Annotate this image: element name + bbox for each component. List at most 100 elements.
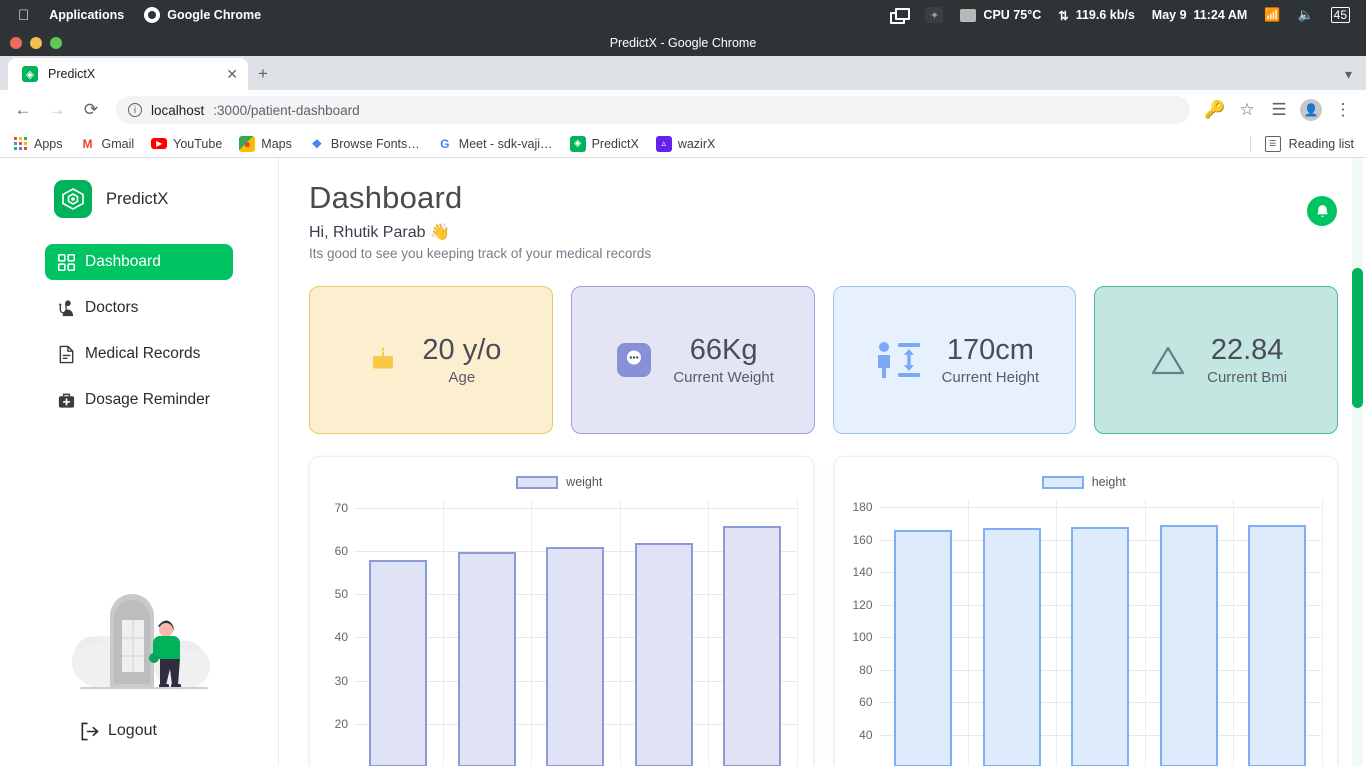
reading-list-icon: ☰ (1264, 135, 1281, 152)
reading-list-label: Reading list (1288, 136, 1354, 151)
reading-list-button[interactable]: ☰ Reading list (1249, 135, 1354, 152)
battery-icon[interactable]: 45 (1330, 7, 1350, 23)
sidebar-item-dashboard[interactable]: Dashboard (45, 244, 233, 280)
greeting-text: Hi, Rhutik Parab 👋 (309, 224, 450, 241)
reload-button[interactable]: ⟳ (76, 95, 106, 125)
bookmark-label: Gmail (101, 136, 135, 151)
sidebar-item-dosage-reminder[interactable]: Dosage Reminder (45, 382, 233, 418)
sidebar-item-medical-records[interactable]: Medical Records (45, 336, 233, 372)
close-window-button[interactable] (10, 37, 22, 49)
notification-bell-button[interactable] (1307, 196, 1337, 226)
cpu-temperature-indicator[interactable]: CPU 75°C (960, 8, 1041, 22)
bar[interactable] (982, 528, 1041, 766)
legend-label: height (1091, 475, 1126, 489)
legend-swatch (516, 475, 559, 489)
stat-label: Current Height (941, 369, 1040, 387)
y-tick-label: 60 (859, 695, 873, 710)
page-scrollbar-thumb[interactable] (1352, 268, 1363, 408)
bar[interactable] (1247, 525, 1306, 766)
birthday-cake-icon (360, 337, 406, 383)
tab-strip: ◈ PredictX ✕ + ▾ (0, 56, 1366, 90)
applications-menu[interactable]: Applications (49, 8, 124, 22)
forward-button[interactable]: → (42, 95, 72, 125)
stat-card-height[interactable]: 170cm Current Height (832, 286, 1077, 434)
stat-value: 20 y/o (422, 333, 502, 366)
y-tick-label: 160 (852, 532, 873, 547)
bar[interactable] (546, 546, 604, 766)
y-tick-label: 30 (334, 673, 348, 688)
workspace-switcher-icon[interactable] (890, 8, 911, 24)
profile-avatar-button[interactable]: 👤 (1296, 95, 1326, 125)
bar[interactable] (1159, 525, 1218, 766)
close-tab-button[interactable]: ✕ (226, 66, 238, 83)
bookmark-predictx[interactable]: ◈ PredictX (569, 135, 639, 152)
chrome-menu-icon[interactable]: ⋮ (1328, 95, 1358, 125)
bookmark-youtube[interactable]: ▶ YouTube (151, 137, 222, 151)
window-controls[interactable] (10, 37, 62, 49)
bookmark-apps[interactable]: Apps (12, 136, 63, 152)
bookmark-label: Browse Fonts… (330, 136, 420, 151)
predictx-logo-icon (54, 180, 92, 218)
bookmark-wazirx[interactable]: ▵ wazirX (655, 135, 715, 152)
system-indicator-icon[interactable]: ✦ (925, 7, 944, 23)
bar[interactable] (458, 551, 516, 766)
bar[interactable] (635, 543, 693, 766)
logout-button[interactable]: Logout (0, 708, 278, 766)
gridline-vertical (708, 499, 709, 766)
address-bar[interactable]: i localhost:3000/patient-dashboard (116, 96, 1190, 124)
legend-swatch (1041, 475, 1084, 489)
active-app-menu[interactable]: Google Chrome (144, 7, 261, 23)
minimize-window-button[interactable] (30, 37, 42, 49)
apple-icon[interactable]:  (18, 8, 29, 23)
tab-title: PredictX (48, 67, 96, 81)
height-bar-chart: 180 160 140 120 100 80 60 40 (841, 499, 1328, 766)
document-icon (55, 343, 77, 365)
password-key-icon[interactable]: 🔑 (1200, 95, 1230, 125)
bookmark-browse-fonts[interactable]: ❖ Browse Fonts… (309, 136, 420, 152)
back-button[interactable]: ← (8, 95, 38, 125)
gridline-vertical (967, 499, 969, 766)
bar[interactable] (369, 559, 427, 766)
weight-scale-icon (611, 337, 657, 383)
window-title: PredictX - Google Chrome (609, 36, 757, 50)
wazirx-icon: ▵ (655, 135, 672, 152)
page-scrollbar-track[interactable] (1352, 158, 1363, 766)
bookmark-label: PredictX (591, 136, 639, 151)
browser-toolbar: ← → ⟳ i localhost:3000/patient-dashboard… (0, 90, 1366, 130)
chrome-icon (144, 7, 161, 23)
maximize-window-button[interactable] (50, 37, 62, 49)
reading-list-icon[interactable]: ☰ (1264, 95, 1294, 125)
bookmark-maps[interactable]: ● Maps (239, 135, 292, 152)
web-page: PredictX Dashboard Doctors Medical Recor… (0, 158, 1366, 766)
bar[interactable] (1070, 526, 1129, 766)
network-speed-indicator[interactable]: ⇅ 119.6 kb/s (1058, 8, 1135, 23)
window-titlebar: PredictX - Google Chrome (0, 30, 1366, 56)
y-tick-label: 20 (334, 716, 348, 731)
stat-card-age[interactable]: 20 y/o Age (309, 286, 553, 434)
plot-area (354, 499, 798, 766)
height-ruler-icon (870, 337, 926, 383)
wifi-icon[interactable]: 📶 (1264, 7, 1280, 23)
bookmark-gmail[interactable]: M Gmail (80, 136, 135, 152)
new-tab-button[interactable]: + (258, 64, 268, 84)
gridline-vertical (443, 499, 444, 766)
y-tick-label: 100 (852, 630, 873, 645)
tabstrip-options-icon[interactable]: ▾ (1345, 66, 1352, 83)
stat-card-bmi[interactable]: 22.84 Current Bmi (1094, 286, 1338, 434)
bar[interactable] (893, 529, 952, 766)
site-info-icon[interactable]: i (128, 103, 142, 117)
y-tick-label: 60 (334, 543, 348, 558)
youtube-icon: ▶ (151, 138, 168, 149)
clock[interactable]: May 9 11:24 AM (1152, 8, 1247, 22)
volume-icon[interactable]: 🔈 (1297, 7, 1313, 23)
bookmark-meet[interactable]: G Meet - sdk-vaji… (437, 136, 552, 152)
bookmark-star-icon[interactable]: ☆ (1232, 95, 1262, 125)
stat-card-weight[interactable]: 66Kg Current Weight (570, 286, 815, 434)
sidebar-nav: Dashboard Doctors Medical Records Dosage… (0, 244, 278, 418)
browser-tab[interactable]: ◈ PredictX ✕ (8, 58, 248, 90)
dashboard-content: Dashboard Hi, Rhutik Parab 👋 Its good to… (279, 158, 1366, 766)
bar[interactable] (723, 525, 781, 766)
stat-value: 22.84 (1210, 333, 1284, 366)
y-tick-label: 40 (859, 727, 873, 742)
sidebar-item-doctors[interactable]: Doctors (45, 290, 233, 326)
